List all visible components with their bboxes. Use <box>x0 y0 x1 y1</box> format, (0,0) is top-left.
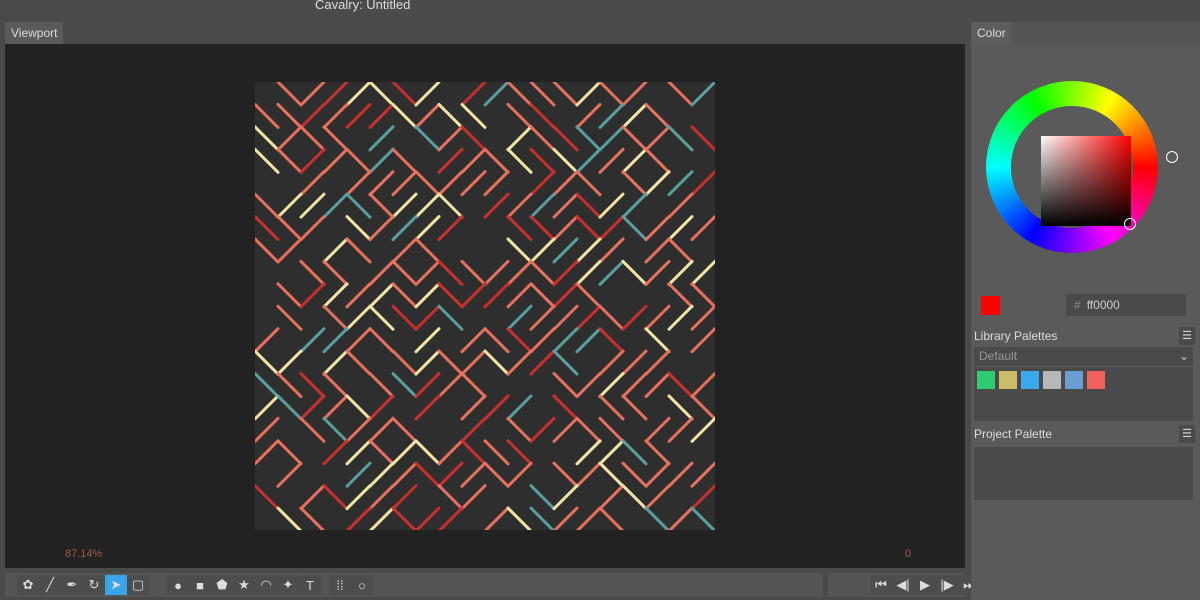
saturation-value-square[interactable] <box>1041 136 1131 226</box>
palette-swatch[interactable] <box>977 371 995 389</box>
step-forward-button[interactable]: |▶ <box>936 575 958 595</box>
hue-handle[interactable] <box>1166 151 1178 163</box>
arc-tool-button[interactable]: ◠ <box>255 575 277 595</box>
project-swatches <box>974 447 1193 500</box>
palette-swatch[interactable] <box>1043 371 1061 389</box>
hamburger-menu-icon[interactable]: ☰ <box>1179 327 1195 345</box>
chevron-down-icon: ⌄ <box>1179 347 1189 366</box>
polygon-tool-button[interactable]: ⬟ <box>211 575 233 595</box>
current-color-swatch[interactable] <box>981 296 1000 315</box>
pen-tool-button[interactable]: ✒ <box>61 575 83 595</box>
title-bar: Cavalry: Untitled <box>0 0 1200 16</box>
palette-swatch[interactable] <box>999 371 1017 389</box>
ellipse-tool-button[interactable]: ○ <box>351 575 373 595</box>
frame-number: 0 <box>905 548 911 560</box>
tab-viewport[interactable]: Viewport <box>5 22 63 44</box>
hamburger-menu-icon[interactable]: ☰ <box>1179 425 1195 443</box>
viewport[interactable]: 87.14% 0 <box>5 44 965 568</box>
library-palettes-title: Library Palettes <box>974 329 1057 343</box>
palette-selected: Default <box>979 349 1017 363</box>
zoom-level: 87.14% <box>65 548 102 560</box>
grid-tool-button[interactable]: ⁞⁞ <box>329 575 351 595</box>
tools-group: ✿╱✒↻➤▢ <box>17 575 149 595</box>
first-frame-button[interactable]: ⏮ <box>870 575 892 595</box>
text-group: T <box>299 575 321 595</box>
hash-label: # <box>1074 298 1081 312</box>
step-back-button[interactable]: ◀| <box>892 575 914 595</box>
palette-swatch[interactable] <box>1065 371 1083 389</box>
tool-bar: ✿╱✒↻➤▢ ●■⬟★◠✦ T ⁞⁞○ <box>5 573 823 597</box>
extra-group: ⁞⁞○ <box>329 575 373 595</box>
right-panel: Color # ff0000 Library Palettes ☰ Default ⌄… <box>971 22 1200 600</box>
playback-bar: ⏮◀|▶|▶⏭ <box>828 573 965 597</box>
palette-dropdown[interactable]: Default ⌄ <box>974 347 1193 366</box>
canvas-maze <box>255 82 715 530</box>
library-palettes-header: Library Palettes ☰ <box>974 326 1197 346</box>
project-palette-header: Project Palette ☰ <box>974 424 1197 444</box>
playback-controls: ⏮◀|▶|▶⏭ <box>870 575 980 595</box>
hex-value: ff0000 <box>1087 298 1120 312</box>
project-palette-title: Project Palette <box>974 427 1052 441</box>
sparkle-tool-button[interactable]: ✦ <box>277 575 299 595</box>
palette-swatch[interactable] <box>1087 371 1105 389</box>
text-tool-button[interactable]: T <box>299 575 321 595</box>
select-tool-button[interactable]: ➤ <box>105 575 127 595</box>
palette-swatch[interactable] <box>1021 371 1039 389</box>
rectangle-tool-button[interactable]: ■ <box>189 575 211 595</box>
library-swatches <box>974 367 1193 421</box>
play-button[interactable]: ▶ <box>914 575 936 595</box>
tab-color[interactable]: Color <box>971 22 1011 44</box>
star-tool-button[interactable]: ★ <box>233 575 255 595</box>
window-title: Cavalry: Untitled <box>315 0 410 12</box>
shapes-group: ●■⬟★◠✦ <box>167 575 299 595</box>
transform-tool-button[interactable]: ▢ <box>127 575 149 595</box>
hex-input[interactable]: # ff0000 <box>1066 294 1186 316</box>
line-tool-button[interactable]: ╱ <box>39 575 61 595</box>
lasso-tool-button[interactable]: ✿ <box>17 575 39 595</box>
circle-tool-button[interactable]: ● <box>167 575 189 595</box>
rotate-tool-button[interactable]: ↻ <box>83 575 105 595</box>
sv-handle[interactable] <box>1124 218 1136 230</box>
